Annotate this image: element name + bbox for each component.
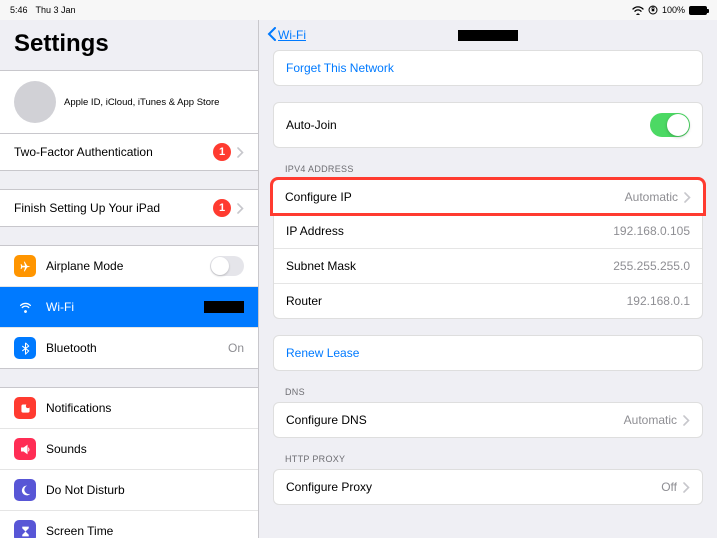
wifi-ssid-redacted (204, 301, 244, 313)
forget-network-button[interactable]: Forget This Network (274, 51, 702, 85)
router-label: Router (286, 294, 627, 308)
moon-icon (14, 479, 36, 501)
row-router: Router 192.168.0.1 (274, 283, 702, 318)
chevron-right-icon (237, 203, 244, 214)
sidebar-item-airplane[interactable]: Airplane Mode (0, 246, 258, 286)
sidebar-item-finish-setup[interactable]: Finish Setting Up Your iPad 1 (0, 190, 258, 226)
sidebar-item-screentime[interactable]: Screen Time (0, 510, 258, 538)
page-title: Settings (0, 20, 258, 70)
hourglass-icon (14, 520, 36, 538)
avatar (14, 81, 56, 123)
airplane-icon (14, 255, 36, 277)
wifi-label: Wi-Fi (46, 300, 204, 314)
subnet-label: Subnet Mask (286, 259, 613, 273)
airplane-toggle[interactable] (210, 256, 244, 276)
sidebar-item-two-factor[interactable]: Two-Factor Authentication 1 (0, 134, 258, 170)
chevron-right-icon (683, 415, 690, 426)
renew-lease-button[interactable]: Renew Lease (274, 336, 702, 370)
sidebar: Settings Apple ID, iCloud, iTunes & App … (0, 20, 259, 538)
row-subnet: Subnet Mask 255.255.255.0 (274, 248, 702, 283)
finish-setup-label: Finish Setting Up Your iPad (14, 201, 213, 215)
router-value: 192.168.0.1 (627, 294, 690, 308)
chevron-right-icon (684, 192, 691, 203)
detail-title-redacted (458, 30, 518, 41)
dnd-label: Do Not Disturb (46, 483, 244, 497)
wifi-icon (632, 6, 644, 15)
back-button[interactable]: Wi-Fi (267, 27, 306, 44)
configure-dns-value: Automatic (624, 413, 677, 427)
configure-proxy-value: Off (661, 480, 677, 494)
row-configure-ip[interactable]: Configure IP Automatic (273, 180, 703, 214)
chevron-right-icon (683, 482, 690, 493)
notifications-icon (14, 397, 36, 419)
autojoin-toggle[interactable] (650, 113, 690, 137)
sidebar-item-account[interactable]: Apple ID, iCloud, iTunes & App Store (0, 70, 258, 133)
autojoin-label: Auto-Join (286, 118, 650, 132)
status-time: 5:46 (10, 5, 28, 15)
two-factor-label: Two-Factor Authentication (14, 145, 213, 159)
notifications-label: Notifications (46, 401, 244, 415)
battery-icon (689, 6, 707, 15)
row-configure-proxy[interactable]: Configure Proxy Off (274, 470, 702, 504)
orientation-lock-icon (648, 5, 658, 15)
back-label: Wi-Fi (278, 28, 306, 42)
bluetooth-icon (14, 337, 36, 359)
configure-dns-label: Configure DNS (286, 413, 624, 427)
sidebar-item-sounds[interactable]: Sounds (0, 428, 258, 469)
ip-address-label: IP Address (286, 224, 613, 238)
configure-ip-label: Configure IP (285, 190, 625, 204)
subnet-value: 255.255.255.0 (613, 259, 690, 273)
bluetooth-value: On (228, 341, 244, 355)
chevron-right-icon (237, 147, 244, 158)
sidebar-item-wifi[interactable]: Wi-Fi (0, 286, 258, 327)
sounds-label: Sounds (46, 442, 244, 456)
screentime-label: Screen Time (46, 524, 244, 538)
section-proxy-header: HTTP PROXY (259, 454, 717, 469)
detail-header: Wi-Fi (259, 20, 717, 50)
sidebar-item-bluetooth[interactable]: Bluetooth On (0, 327, 258, 368)
wifi-icon (14, 296, 36, 318)
configure-ip-value: Automatic (625, 190, 678, 204)
row-configure-dns[interactable]: Configure DNS Automatic (274, 403, 702, 437)
status-date: Thu 3 Jan (28, 5, 632, 15)
section-dns-header: DNS (259, 387, 717, 402)
sounds-icon (14, 438, 36, 460)
account-subtitle: Apple ID, iCloud, iTunes & App Store (64, 97, 219, 108)
configure-proxy-label: Configure Proxy (286, 480, 661, 494)
badge: 1 (213, 143, 231, 161)
badge: 1 (213, 199, 231, 217)
airplane-label: Airplane Mode (46, 259, 210, 273)
detail-pane: Wi-Fi Forget This Network Auto-Join IPV4… (259, 20, 717, 538)
bluetooth-label: Bluetooth (46, 341, 228, 355)
row-configure-ip-highlighted: Configure IP Automatic (272, 179, 704, 214)
row-auto-join: Auto-Join (274, 103, 702, 147)
status-bar: 5:46 Thu 3 Jan 100% (0, 0, 717, 20)
row-ip-address: IP Address 192.168.0.105 (274, 214, 702, 248)
ip-address-value: 192.168.0.105 (613, 224, 690, 238)
sidebar-item-notifications[interactable]: Notifications (0, 388, 258, 428)
sidebar-item-dnd[interactable]: Do Not Disturb (0, 469, 258, 510)
renew-lease-label: Renew Lease (286, 346, 359, 360)
status-battery-pct: 100% (662, 5, 685, 15)
section-ipv4-header: IPV4 ADDRESS (259, 164, 717, 179)
chevron-left-icon (267, 27, 277, 44)
forget-network-label: Forget This Network (286, 61, 394, 75)
